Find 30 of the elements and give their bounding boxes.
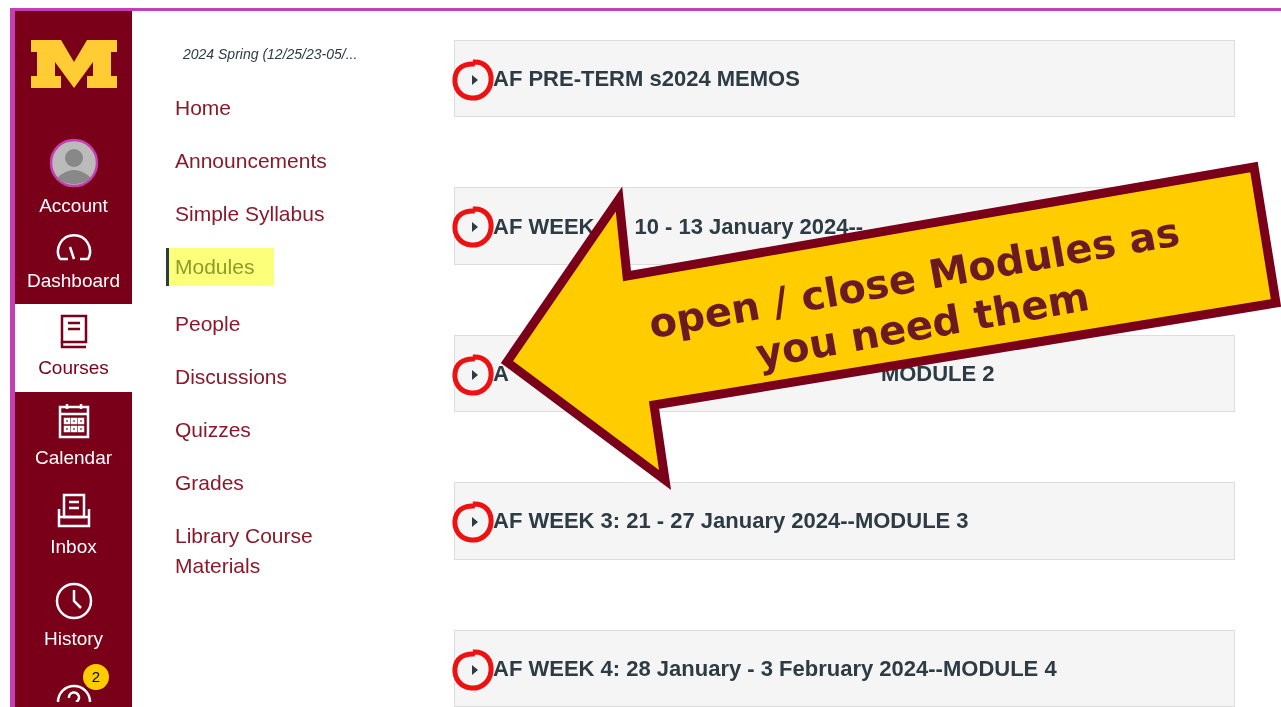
course-nav-link[interactable]: People [175, 309, 345, 339]
module-header[interactable]: AF WEEK 4: 28 January - 3 February 2024--MODULE 4 [454, 629, 1235, 707]
module-header[interactable]: AF WEEK 3: 21 - 27 January 2024--MODULE 3 [454, 482, 1235, 560]
module-title: A [493, 360, 509, 388]
course-nav-link[interactable]: Library Course Materials [175, 521, 345, 581]
global-nav-item[interactable]: 2 [15, 662, 132, 702]
course-nav-link[interactable]: Discussions [175, 362, 345, 392]
module-title: AF PRE-TERM s2024 MEMOS [493, 65, 800, 94]
clock-icon [53, 580, 94, 621]
module-title: 10 - 13 January 2024-- [634, 212, 864, 241]
course-nav-link[interactable]: Simple Syllabus [175, 199, 345, 229]
global-nav-item[interactable]: Account [15, 134, 132, 224]
global-nav-item[interactable]: Dashboard [15, 224, 132, 304]
course-nav-link[interactable]: Grades [175, 468, 345, 498]
notification-badge: 2 [83, 664, 109, 690]
global-nav-item[interactable]: Calendar [15, 392, 132, 482]
module-title: AF WEEK 3: 21 - 27 January 2024--MODULE 3 [493, 507, 969, 536]
module-title: AF WEEK [493, 212, 595, 241]
course-nav-link[interactable]: Announcements [175, 146, 345, 176]
global-nav-item[interactable]: Courses [15, 304, 132, 392]
logo-icon [28, 38, 119, 90]
module-title: AF WEEK 4: 28 January - 3 February 2024--MODULE 4 [493, 654, 1057, 683]
calendar-icon [56, 401, 91, 440]
global-nav-item[interactable]: History [15, 572, 132, 662]
course-term: 2024 Spring (12/25/23-05/... [183, 45, 359, 64]
avatar-icon [48, 137, 99, 188]
module-header[interactable]: AF PRE-TERM s2024 MEMOS [454, 40, 1235, 118]
global-nav-item[interactable]: Inbox [15, 482, 132, 572]
course-nav-link[interactable]: Home [175, 93, 345, 123]
course-nav-link[interactable]: Quizzes [175, 415, 345, 445]
